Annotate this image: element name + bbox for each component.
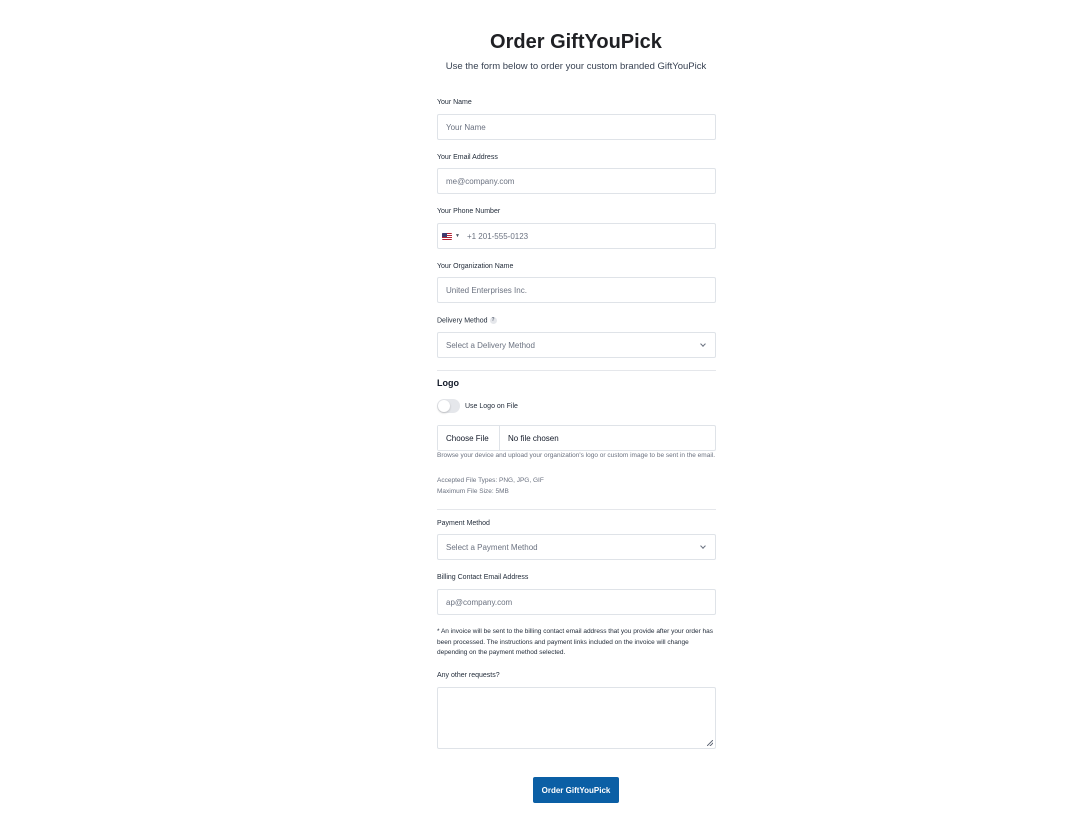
email-input[interactable] (446, 176, 715, 186)
chevron-down-icon (700, 542, 706, 549)
name-label: Your Name (437, 99, 472, 106)
delivery-method-select[interactable]: Select a Delivery Method (437, 332, 716, 358)
use-logo-label: Use Logo on File (465, 403, 518, 410)
phone-field[interactable]: ▼ (437, 223, 716, 249)
accepted-file-types: Accepted File Types: PNG, JPG, GIF (437, 477, 544, 484)
delivery-label-text: Delivery Method (437, 317, 488, 325)
chevron-down-icon (700, 340, 706, 347)
payment-method-value: Select a Payment Method (446, 542, 538, 552)
section-divider (437, 509, 716, 510)
invoice-note: * An invoice will be sent to the billing… (437, 628, 714, 656)
logo-file-input[interactable]: Choose File No file chosen (437, 425, 716, 451)
requests-textarea[interactable] (437, 687, 716, 749)
delivery-label: Delivery Method? (437, 317, 497, 324)
requests-label: Any other requests? (437, 672, 500, 679)
phone-label: Your Phone Number (437, 208, 501, 215)
email-field[interactable] (437, 168, 716, 194)
order-submit-button[interactable]: Order GiftYouPick (533, 777, 619, 803)
country-dropdown-icon[interactable]: ▼ (455, 233, 460, 239)
name-field[interactable] (437, 114, 716, 140)
organization-label: Your Organization Name (437, 263, 514, 270)
choose-file-button[interactable]: Choose File (438, 426, 500, 450)
resize-handle-icon[interactable] (707, 740, 713, 746)
email-label: Your Email Address (437, 154, 498, 161)
max-file-size: Maximum File Size: 5MB (437, 488, 509, 495)
file-status: No file chosen (508, 433, 559, 443)
billing-email-input[interactable] (446, 597, 715, 607)
use-logo-toggle[interactable] (437, 399, 460, 413)
help-icon[interactable]: ? (489, 317, 497, 324)
section-divider (437, 370, 716, 371)
page-subtitle: Use the form below to order your custom … (445, 61, 707, 72)
payment-label: Payment Method (437, 520, 490, 527)
billing-email-field[interactable] (437, 589, 716, 615)
us-flag-icon[interactable] (442, 232, 452, 240)
page-title: Order GiftYouPick (490, 31, 662, 53)
organization-field[interactable] (437, 277, 716, 303)
logo-upload-hint: Browse your device and upload your organ… (437, 452, 716, 459)
billing-email-label: Billing Contact Email Address (437, 574, 529, 581)
phone-input[interactable] (466, 231, 715, 241)
payment-method-select[interactable]: Select a Payment Method (437, 534, 716, 560)
organization-input[interactable] (446, 285, 715, 295)
logo-section-title: Logo (437, 378, 459, 388)
toggle-knob (438, 400, 450, 412)
name-input[interactable] (446, 122, 715, 132)
delivery-method-value: Select a Delivery Method (446, 340, 535, 350)
